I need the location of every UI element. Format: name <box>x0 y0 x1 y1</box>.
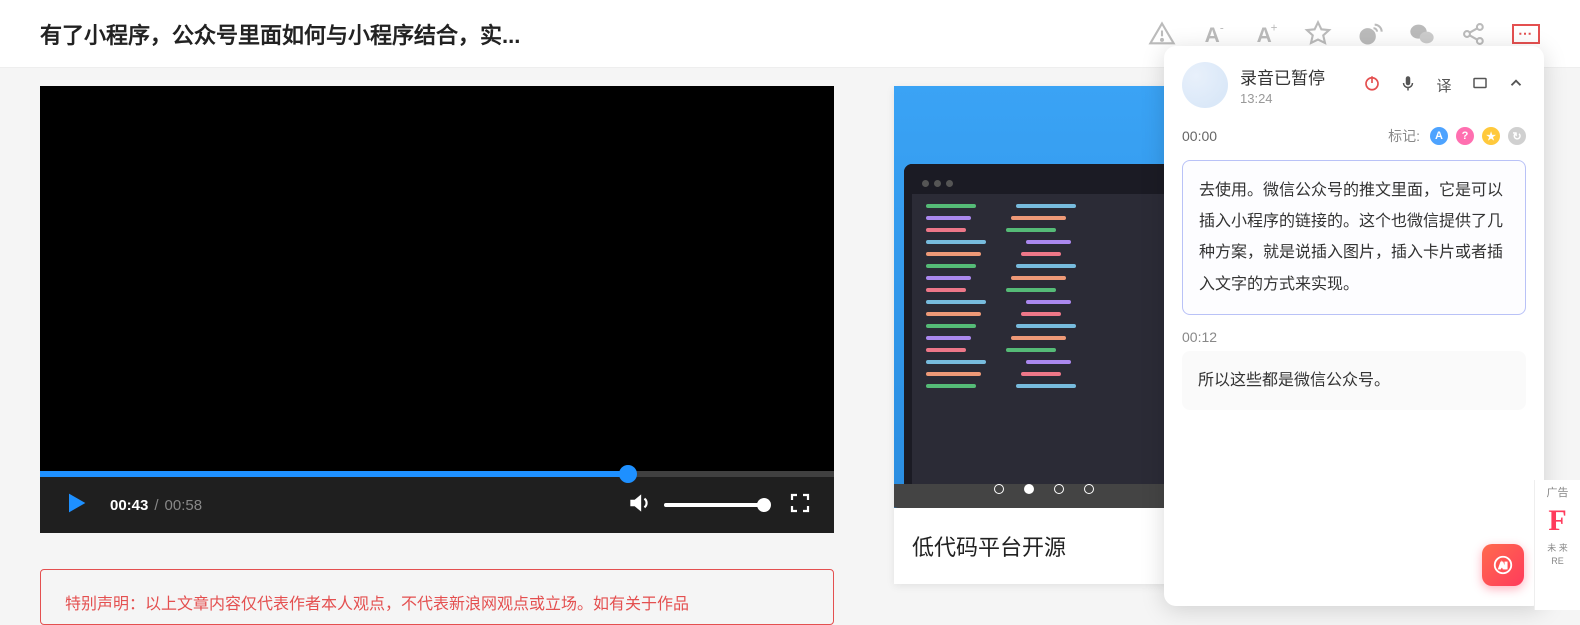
play-button[interactable] <box>62 489 90 522</box>
panel-title: 录音已暂停 <box>1240 64 1350 89</box>
disclaimer-box: 特别声明：以上文章内容仅代表作者本人观点，不代表新浪网观点或立场。如有关于作品 <box>40 569 834 625</box>
mark-refresh-button[interactable]: ↻ <box>1508 127 1526 145</box>
font-increase-icon[interactable]: A+ <box>1252 20 1280 48</box>
video-progress-track[interactable] <box>40 471 834 477</box>
video-current-time: 00:43 <box>110 497 148 514</box>
transcript-text[interactable]: 去使用。微信公众号的推文里面，它是可以插入小程序的链接的。这个也微信提供了几种方… <box>1182 160 1526 315</box>
panel-body[interactable]: 去使用。微信公众号的推文里面，它是可以插入小程序的链接的。这个也微信提供了几种方… <box>1164 154 1544 606</box>
video-progress-knob[interactable] <box>619 465 637 483</box>
power-icon[interactable] <box>1362 74 1382 97</box>
volume-control[interactable] <box>626 490 764 521</box>
carousel-dot[interactable] <box>1054 484 1064 494</box>
volume-knob[interactable] <box>757 498 771 512</box>
panel-header: 录音已暂停 13:24 译 <box>1164 46 1544 120</box>
carousel-dots[interactable] <box>994 484 1094 494</box>
panel-actions: 译 <box>1362 74 1526 97</box>
ai-fab-button[interactable]: AI <box>1482 544 1524 586</box>
transcript-text[interactable]: 所以这些都是微信公众号。 <box>1182 351 1526 410</box>
panel-title-wrap: 录音已暂停 13:24 <box>1240 64 1350 106</box>
panel-subheader: 00:00 标记: A ? ★ ↻ <box>1164 120 1544 154</box>
segment-timestamp: 00:12 <box>1182 329 1526 345</box>
volume-icon[interactable] <box>626 490 652 521</box>
carousel-dot[interactable] <box>1084 484 1094 494</box>
ad-visual <box>894 86 1194 508</box>
ad-laptop-graphic <box>904 164 1184 484</box>
edge-ad[interactable]: 广告 F 未 来 RE <box>1534 480 1580 610</box>
font-decrease-icon[interactable]: A- <box>1200 20 1228 48</box>
mic-icon[interactable] <box>1398 74 1418 97</box>
mark-q-button[interactable]: ? <box>1456 127 1474 145</box>
avatar <box>1182 62 1228 108</box>
video-time-separator: / <box>154 497 158 514</box>
volume-fill <box>664 503 764 507</box>
panel-time: 13:24 <box>1240 91 1350 106</box>
svg-text:AI: AI <box>1499 562 1507 571</box>
mark-s-button[interactable]: ★ <box>1482 127 1500 145</box>
video-time: 00:43 / 00:58 <box>110 497 202 514</box>
window-icon[interactable] <box>1470 74 1490 97</box>
panel-sub-timestamp: 00:00 <box>1182 128 1378 144</box>
mark-buttons: A ? ★ ↻ <box>1430 127 1526 145</box>
fullscreen-button[interactable] <box>788 491 812 520</box>
transcript-segment: 00:12 所以这些都是微信公众号。 <box>1182 329 1526 410</box>
wechat-icon[interactable] <box>1408 20 1436 48</box>
share-icon[interactable] <box>1460 20 1488 48</box>
edge-ad-tag: 广告 <box>1539 484 1576 500</box>
svg-text:-: - <box>1220 21 1224 34</box>
video-column: 00:43 / 00:58 <box>40 86 834 625</box>
video-controls: 00:43 / 00:58 <box>40 477 834 533</box>
svg-text:+: + <box>1271 21 1278 34</box>
volume-track[interactable] <box>664 503 764 507</box>
edge-ad-line2: RE <box>1539 555 1576 568</box>
mark-label: 标记: <box>1388 126 1420 146</box>
svg-text:A: A <box>1257 24 1272 47</box>
disclaimer-text: 特别声明：以上文章内容仅代表作者本人观点，不代表新浪网观点或立场。如有关于作品 <box>65 596 689 613</box>
header-toolbar: A- A+ ⋯ <box>1148 20 1540 48</box>
sidebar: 低代码平台开源 <box>894 86 1194 625</box>
transcript-segment: 去使用。微信公众号的推文里面，它是可以插入小程序的链接的。这个也微信提供了几种方… <box>1182 160 1526 315</box>
collapse-icon[interactable] <box>1506 74 1526 97</box>
more-menu-button[interactable]: ⋯ <box>1512 24 1540 44</box>
video-duration: 00:58 <box>165 497 203 514</box>
video-player[interactable]: 00:43 / 00:58 <box>40 86 834 533</box>
carousel-dot[interactable] <box>994 484 1004 494</box>
edge-ad-letter: F <box>1539 506 1576 536</box>
ad-title: 低代码平台开源 <box>894 508 1194 584</box>
translate-button[interactable]: 译 <box>1434 75 1454 96</box>
transcript-panel: 录音已暂停 13:24 译 00:00 标记: A ? ★ ↻ <box>1164 46 1544 606</box>
video-progress-fill <box>40 471 628 477</box>
warning-icon[interactable] <box>1148 20 1176 48</box>
video-controls-right <box>626 490 812 521</box>
weibo-icon[interactable] <box>1356 20 1384 48</box>
favorite-icon[interactable] <box>1304 20 1332 48</box>
ad-card[interactable]: 低代码平台开源 <box>894 86 1194 584</box>
carousel-dot-active[interactable] <box>1024 484 1034 494</box>
edge-ad-line1: 未 来 <box>1539 542 1576 555</box>
page-title: 有了小程序，公众号里面如何与小程序结合，实... <box>40 18 1148 50</box>
svg-text:A: A <box>1205 24 1220 47</box>
mark-a-button[interactable]: A <box>1430 127 1448 145</box>
